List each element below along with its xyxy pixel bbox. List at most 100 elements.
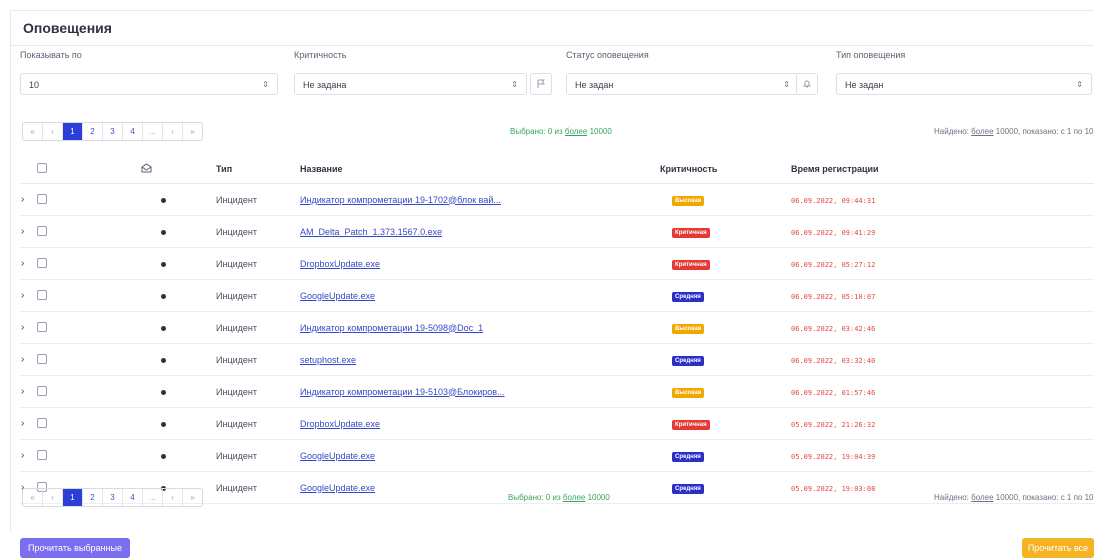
row-checkbox[interactable] — [37, 193, 47, 204]
criticality-select[interactable]: Не задана ⇕ — [294, 73, 527, 95]
page-button-1[interactable]: 1 — [63, 489, 83, 506]
row-checkbox[interactable] — [37, 225, 47, 236]
expand-cell: › — [20, 343, 36, 376]
prev-page-button[interactable]: ‹ — [43, 123, 63, 140]
next-page-button[interactable]: › — [163, 489, 183, 506]
column-type[interactable]: Тип — [215, 155, 299, 184]
flag-icon — [537, 79, 545, 88]
table-row[interactable]: › Инцидент setuphost.exe Средняя 06.09.2022,… — [20, 343, 1094, 376]
page-button-2[interactable]: 2 — [83, 489, 103, 506]
page-button-3[interactable]: 3 — [103, 123, 123, 140]
last-page-button[interactable]: » — [183, 123, 202, 140]
header-read-status — [58, 155, 215, 184]
read-all-button[interactable]: Прочитать все — [1022, 538, 1094, 558]
table-row[interactable]: › Инцидент AM_Delta_Patch_1.373.1567.0.exe… — [20, 215, 1094, 248]
filter-label: Тип оповещения — [836, 50, 906, 60]
selection-more-link[interactable]: более — [563, 493, 585, 502]
selection-info-bottom: Выбрано: 0 из более 10000 — [508, 493, 610, 502]
chevron-right-icon[interactable]: › — [21, 386, 24, 397]
table-body: › Инцидент Индикатор компрометации 19-1702… — [20, 183, 1094, 504]
type-cell: Инцидент — [215, 471, 299, 504]
type-cell: Инцидент — [215, 183, 299, 216]
table-row[interactable]: › Инцидент GoogleUpdate.exe Средняя 05.09.20… — [20, 439, 1094, 472]
name-cell: DropboxUpdate.exe — [299, 247, 631, 280]
alert-name-link[interactable]: DropboxUpdate.exe — [300, 419, 380, 429]
first-page-button[interactable]: « — [23, 489, 43, 506]
found-more-link[interactable]: более — [971, 127, 993, 136]
page-button-2[interactable]: 2 — [83, 123, 103, 140]
page-button-3[interactable]: 3 — [103, 489, 123, 506]
unread-cell — [58, 311, 215, 344]
filter-criticality: Критичность Не задана ⇕ — [294, 48, 527, 95]
flag-button[interactable] — [530, 73, 552, 95]
column-name[interactable]: Название — [299, 155, 631, 184]
page-button-1[interactable]: 1 — [63, 123, 83, 140]
selection-more-link[interactable]: более — [565, 127, 587, 136]
alert-name-link[interactable]: GoogleUpdate.exe — [300, 483, 375, 493]
chevron-right-icon[interactable]: › — [21, 450, 24, 461]
unread-dot-icon — [161, 389, 166, 395]
filter-status: Статус оповещения Не задан ⇕ — [566, 48, 799, 95]
alert-name-link[interactable]: AM_Delta_Patch_1.373.1567.0.exe — [300, 227, 442, 237]
chevron-right-icon[interactable]: › — [21, 194, 24, 205]
alert-name-link[interactable]: Индикатор компрометации 19-1702@блок вай… — [300, 195, 501, 205]
filter-label: Статус оповещения — [566, 50, 649, 60]
table-row[interactable]: › Инцидент Индикатор компрометации 19-1702… — [20, 183, 1094, 216]
column-criticality: Критичность — [631, 155, 800, 184]
name-cell: GoogleUpdate.exe — [299, 439, 631, 472]
alert-name-link[interactable]: setuphost.exe — [300, 355, 356, 365]
page-button-4[interactable]: 4 — [123, 489, 143, 506]
page-button-4[interactable]: 4 — [123, 123, 143, 140]
prev-page-button[interactable]: ‹ — [43, 489, 63, 506]
select-all-checkbox[interactable] — [37, 163, 47, 173]
alert-type-select[interactable]: Не задан ⇕ — [836, 73, 1092, 95]
criticality-cell: Критичная — [631, 247, 800, 280]
unread-cell — [58, 439, 215, 472]
chevron-right-icon[interactable]: › — [21, 418, 24, 429]
column-time-label[interactable]: Время регистрации — [791, 164, 879, 174]
row-checkbox[interactable] — [37, 321, 47, 332]
alert-name-link[interactable]: GoogleUpdate.exe — [300, 291, 375, 301]
table-row[interactable]: › Инцидент Индикатор компрометации 19-5103… — [20, 375, 1094, 408]
table-row[interactable]: › Инцидент DropboxUpdate.exe Критичная 05.09… — [20, 407, 1094, 440]
page-size-select[interactable]: 10 ⇕ — [20, 73, 278, 95]
type-cell: Инцидент — [215, 247, 299, 280]
unread-dot-icon — [161, 229, 166, 235]
row-checkbox[interactable] — [37, 449, 47, 460]
alert-name-link[interactable]: GoogleUpdate.exe — [300, 451, 375, 461]
bell-button[interactable] — [796, 73, 818, 95]
alert-name-link[interactable]: DropboxUpdate.exe — [300, 259, 380, 269]
criticality-cell: Высокая — [631, 375, 800, 408]
alert-name-link[interactable]: Индикатор компрометации 19-5103@Блокиров… — [300, 387, 505, 397]
read-selected-button[interactable]: Прочитать выбранные — [20, 538, 130, 558]
table-row[interactable]: › Инцидент GoogleUpdate.exe Средняя 06.09.20… — [20, 279, 1094, 312]
table-row[interactable]: › Инцидент DropboxUpdate.exe Критичная 06.09… — [20, 247, 1094, 280]
criticality-badge: Средняя — [672, 483, 704, 494]
row-checkbox[interactable] — [37, 385, 47, 396]
chevron-right-icon[interactable]: › — [21, 226, 24, 237]
name-cell: Индикатор компрометации 19-5103@Блокиров… — [299, 375, 631, 408]
table-row[interactable]: › Инцидент Индикатор компрометации 19-5098… — [20, 311, 1094, 344]
last-page-button[interactable]: » — [183, 489, 202, 506]
next-page-button[interactable]: › — [163, 123, 183, 140]
expand-cell: › — [20, 375, 36, 408]
pagination-bottom: « ‹ 1 2 3 4 ... › » — [22, 488, 203, 507]
select-value: 10 — [29, 80, 40, 90]
column-criticality-label[interactable]: Критичность — [660, 164, 717, 174]
chevron-right-icon[interactable]: › — [21, 290, 24, 301]
chevron-updown-icon: ⇕ — [262, 80, 269, 89]
status-select[interactable]: Не задан ⇕ — [566, 73, 799, 95]
envelope-open-icon — [141, 163, 152, 173]
header-expand — [20, 155, 36, 184]
row-checkbox[interactable] — [37, 417, 47, 428]
row-checkbox[interactable] — [37, 289, 47, 300]
chevron-right-icon[interactable]: › — [21, 354, 24, 365]
type-cell: Инцидент — [215, 343, 299, 376]
row-checkbox[interactable] — [37, 257, 47, 268]
found-more-link[interactable]: более — [971, 493, 993, 502]
first-page-button[interactable]: « — [23, 123, 43, 140]
row-checkbox[interactable] — [37, 353, 47, 364]
alert-name-link[interactable]: Индикатор компрометации 19-5098@Doc_1 — [300, 323, 483, 333]
chevron-right-icon[interactable]: › — [21, 258, 24, 269]
chevron-right-icon[interactable]: › — [21, 322, 24, 333]
